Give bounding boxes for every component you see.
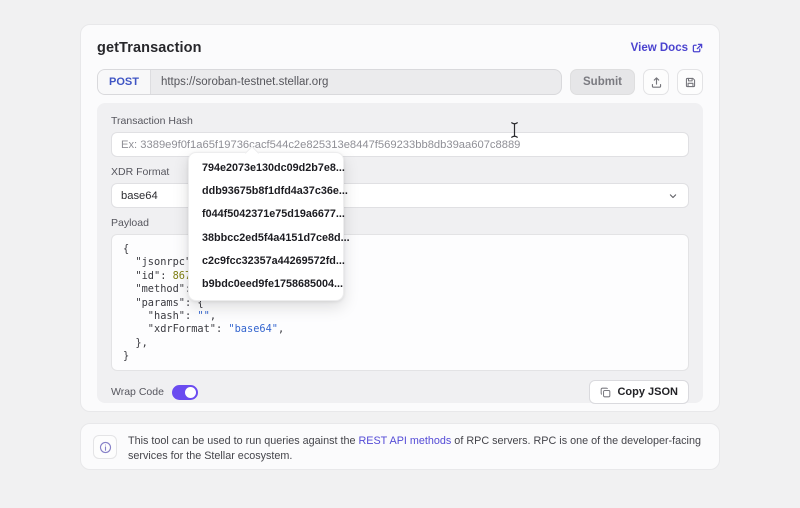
hash-suggestion-item[interactable]: ddb93675b8f1dfd4a37c36e...: [189, 180, 348, 203]
hash-suggestion-item[interactable]: f044f5042371e75d19a6677...: [189, 203, 345, 226]
code-line: "xdrFormat": "base64",: [123, 323, 285, 336]
upload-icon: [650, 76, 663, 89]
external-link-icon: [692, 43, 703, 54]
request-bar: POST https://soroban-testnet.stellar.org…: [97, 69, 703, 95]
save-button[interactable]: [677, 69, 703, 95]
toggle-knob: [184, 386, 196, 398]
hash-suggestion-item[interactable]: 794e2073e130dc09d2b7e8...: [189, 157, 345, 180]
code-line: }: [123, 350, 130, 363]
view-docs-link[interactable]: View Docs: [631, 42, 703, 54]
wrap-code-toggle[interactable]: [171, 384, 198, 400]
code-line: "hash": "",: [123, 310, 217, 323]
copy-icon: [600, 387, 611, 398]
card-header: getTransaction View Docs: [97, 37, 703, 59]
info-icon: [99, 441, 112, 454]
endpoint-url-input[interactable]: POST https://soroban-testnet.stellar.org: [97, 69, 563, 95]
transaction-hash-label: Transaction Hash: [111, 115, 193, 127]
dropdown-list: 794e2073e130dc09d2b7e8... ddb93675b8f1dfd…: [189, 157, 350, 296]
share-button[interactable]: [643, 69, 669, 95]
panel-footer: Wrap Code Copy JSON: [111, 380, 689, 404]
rest-api-methods-link[interactable]: REST API methods: [358, 435, 451, 447]
copy-json-label: Copy JSON: [617, 386, 678, 398]
wrap-code-group: Wrap Code: [111, 384, 198, 400]
chevron-down-icon: [667, 190, 679, 202]
hash-suggestion-item[interactable]: 38bbcc2ed5f4a4151d7ce8d...: [189, 227, 350, 250]
info-text-before: This tool can be used to run queries aga…: [128, 435, 359, 447]
copy-json-button[interactable]: Copy JSON: [589, 380, 689, 404]
view-docs-label: View Docs: [630, 42, 688, 54]
page: getTransaction View Docs POST https://so…: [0, 0, 800, 508]
page-title: getTransaction: [97, 40, 202, 56]
hash-suggestions-dropdown: 794e2073e130dc09d2b7e8... ddb93675b8f1dfd…: [188, 145, 350, 302]
text-cursor: [508, 121, 521, 144]
endpoint-url-value: https://soroban-testnet.stellar.org: [160, 76, 329, 88]
wrap-code-label: Wrap Code: [111, 386, 164, 398]
http-method-badge: POST: [98, 70, 151, 94]
save-icon: [684, 76, 697, 89]
transaction-hash-field: Transaction Hash: [111, 115, 689, 157]
info-note-card: This tool can be used to run queries aga…: [80, 423, 720, 470]
api-explorer-card: getTransaction View Docs POST https://so…: [80, 24, 720, 412]
xdr-format-value: base64: [121, 189, 158, 202]
info-icon-button[interactable]: [93, 435, 117, 459]
hash-suggestion-item[interactable]: b9bdc0eed9fe1758685004...: [189, 273, 343, 296]
submit-button[interactable]: Submit: [570, 69, 635, 95]
code-line: },: [123, 336, 148, 349]
info-note-text: This tool can be used to run queries aga…: [128, 434, 707, 464]
hash-suggestion-item[interactable]: c2c9fcc32357a44269572fd...: [189, 250, 345, 273]
